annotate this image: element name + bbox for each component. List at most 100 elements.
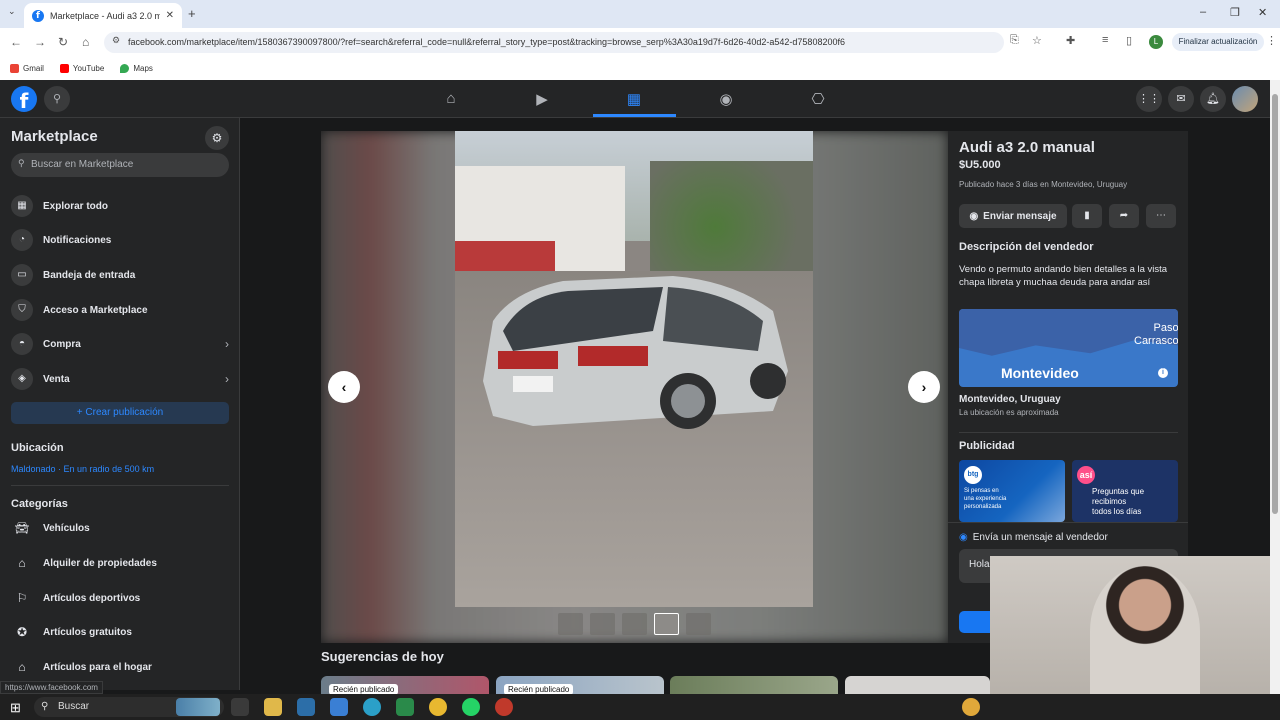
photo-viewer: ‹ › (321, 131, 948, 643)
sidebar-item-venta[interactable]: ◈ Venta › (11, 366, 229, 392)
youtube-icon (59, 64, 69, 73)
sidebar-item-explorar[interactable]: ▦ Explorar todo (11, 193, 229, 219)
chrome-icon[interactable] (429, 698, 447, 716)
listing-price: $U5.000 (959, 159, 1001, 171)
outlook-icon[interactable] (330, 698, 348, 716)
gmail-icon (10, 64, 19, 73)
suggestion-card[interactable]: Recién publicado (321, 676, 489, 694)
site-info-icon[interactable]: ⚙ (112, 35, 120, 46)
address-bar-row: ← → ↻ ⌂ facebook.com/marketplace/item/15… (0, 28, 1280, 57)
sidebar-item-notificaciones[interactable]: ◔ Notificaciones (11, 227, 229, 253)
close-window-icon[interactable]: ✕ (1258, 6, 1267, 19)
tab-search-icon[interactable]: ⌄ (8, 6, 16, 17)
task-view-icon[interactable] (231, 698, 249, 716)
send-message-button[interactable]: ◉ Enviar mensaje (959, 204, 1067, 228)
gaming-icon[interactable]: ⎔ (808, 90, 828, 108)
messenger-icon[interactable]: ✉ (1168, 86, 1194, 112)
home-icon[interactable]: ⌂ (82, 35, 89, 49)
groups-icon[interactable]: ◉ (716, 90, 736, 108)
url-field[interactable]: facebook.com/marketplace/item/1580367390… (104, 32, 1004, 53)
user-avatar[interactable] (1232, 86, 1258, 112)
suggestion-card[interactable] (845, 676, 990, 694)
category-vehiculos[interactable]: 🚘︎ Vehículos (11, 515, 229, 541)
forward-icon[interactable]: → (34, 35, 46, 49)
suggestion-card[interactable]: Recién publicado (496, 676, 664, 694)
house-icon: ⌂ (18, 556, 26, 570)
back-icon[interactable]: ← (10, 35, 22, 49)
thumbnail[interactable] (590, 613, 615, 635)
ad-card[interactable]: así Preguntas que recibimos todos los días (1072, 460, 1178, 522)
bookmark-maps[interactable]: Maps (120, 64, 153, 73)
edge-icon[interactable] (363, 698, 381, 716)
browser-menu-icon[interactable]: ⋮ (1266, 34, 1277, 47)
ad-card[interactable]: btg Si pensas en una experiencia personali… (959, 460, 1065, 522)
install-app-icon[interactable]: ⎘ (1010, 34, 1019, 47)
category-deportivos[interactable]: ⚐ Artículos deportivos (11, 585, 229, 611)
category-alquiler[interactable]: ⌂ Alquiler de propiedades (11, 550, 229, 576)
media-icon[interactable]: ≡ (1102, 34, 1108, 46)
recorder-icon[interactable] (495, 698, 513, 716)
video-icon[interactable]: ▶ (532, 90, 552, 108)
weather-widget[interactable] (176, 698, 220, 716)
file-explorer-icon[interactable] (264, 698, 282, 716)
notifications-bell-icon[interactable]: 🔔︎ (1200, 86, 1226, 112)
location-map[interactable]: Paso Carrasco Montevideo i (959, 309, 1178, 387)
share-button[interactable]: ➦ (1109, 204, 1139, 228)
car-illustration (483, 276, 788, 429)
facebook-logo-icon[interactable]: f (11, 86, 37, 113)
menu-grid-icon[interactable]: ⋮⋮ (1136, 86, 1162, 112)
runner-icon: ⚐ (16, 591, 28, 605)
create-listing-button[interactable]: + Crear publicación (11, 402, 229, 424)
info-icon[interactable]: i (1158, 368, 1168, 378)
new-tab-icon[interactable]: + (188, 6, 196, 21)
webcam-person (1090, 566, 1200, 696)
location-filter-link[interactable]: Maldonado · En un radio de 500 km (11, 464, 154, 474)
more-options-button[interactable]: ⋯ (1146, 204, 1176, 228)
sidepanel-icon[interactable]: ▯ (1126, 34, 1132, 47)
category-gratuitos[interactable]: ✪ Artículos gratuitos (11, 619, 229, 645)
close-tab-icon[interactable]: ✕ (166, 10, 174, 21)
update-button[interactable]: Finalizar actualización (1172, 33, 1264, 51)
profile-avatar[interactable]: L (1149, 35, 1163, 49)
restore-icon[interactable]: ❐ (1230, 6, 1240, 19)
search-icon[interactable]: ⚲ (44, 86, 70, 112)
extensions-icon[interactable]: ✚ (1066, 34, 1075, 47)
description-heading: Descripción del vendedor (959, 241, 1094, 253)
minimize-icon[interactable]: – (1200, 6, 1206, 18)
previous-photo-button[interactable]: ‹ (328, 371, 360, 403)
browser-tab[interactable]: f Marketplace - Audi a3 2.0 man ✕ (24, 3, 182, 28)
next-photo-button[interactable]: › (908, 371, 940, 403)
ads-heading: Publicidad (959, 440, 1015, 452)
tray-weather-icon[interactable] (962, 698, 980, 716)
listing-photo[interactable] (455, 131, 813, 607)
bookmarks-bar: Gmail YouTube Maps (0, 57, 1280, 80)
thumbnail-selected[interactable] (654, 613, 679, 635)
sidebar-title: Marketplace (11, 128, 98, 145)
marketplace-search-input[interactable]: Buscar en Marketplace (11, 153, 229, 177)
thumbnail[interactable] (622, 613, 647, 635)
sidebar-item-acceso[interactable]: ⛉ Acceso a Marketplace (11, 297, 229, 323)
page-scrollbar[interactable] (1270, 80, 1280, 694)
excel-icon[interactable] (396, 698, 414, 716)
suggestion-card[interactable] (670, 676, 838, 694)
whatsapp-icon[interactable] (462, 698, 480, 716)
settings-gear-icon[interactable]: ⚙ (205, 126, 229, 150)
bookmark-youtube[interactable]: YouTube (59, 64, 104, 73)
home-icon[interactable]: ⌂ (441, 90, 461, 107)
ad-text: Si pensas en una experiencia personalizada (964, 488, 1007, 510)
category-hogar[interactable]: ⌂ Artículos para el hogar (11, 654, 229, 680)
windows-start-icon[interactable]: ⊞ (10, 700, 21, 716)
bag-icon: ◓ (11, 333, 33, 355)
save-bookmark-button[interactable]: ▮ (1072, 204, 1102, 228)
new-badge: Recién publicado (329, 684, 399, 694)
listing-location: Montevideo, Uruguay (959, 394, 1061, 405)
store-app-icon[interactable] (297, 698, 315, 716)
marketplace-icon[interactable]: ▦ (624, 90, 644, 108)
bookmark-gmail[interactable]: Gmail (10, 64, 44, 73)
thumbnail[interactable] (558, 613, 583, 635)
bookmark-star-icon[interactable]: ☆ (1032, 34, 1042, 47)
reload-icon[interactable]: ↻ (58, 35, 68, 49)
sidebar-item-bandeja[interactable]: ▭ Bandeja de entrada (11, 262, 229, 288)
thumbnail[interactable] (686, 613, 711, 635)
sidebar-item-compra[interactable]: ◓ Compra › (11, 331, 229, 357)
